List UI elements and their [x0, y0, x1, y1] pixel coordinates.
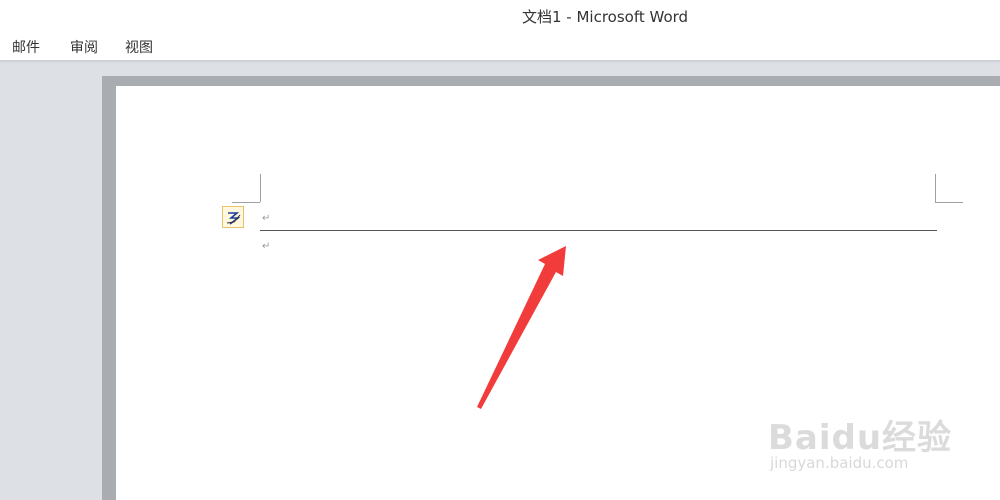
- baidu-watermark: Baidu经验 jingyan.baidu.com: [760, 390, 980, 490]
- watermark-logo: Baidu经验: [768, 418, 953, 458]
- watermark-url: jingyan.baidu.com: [770, 454, 909, 472]
